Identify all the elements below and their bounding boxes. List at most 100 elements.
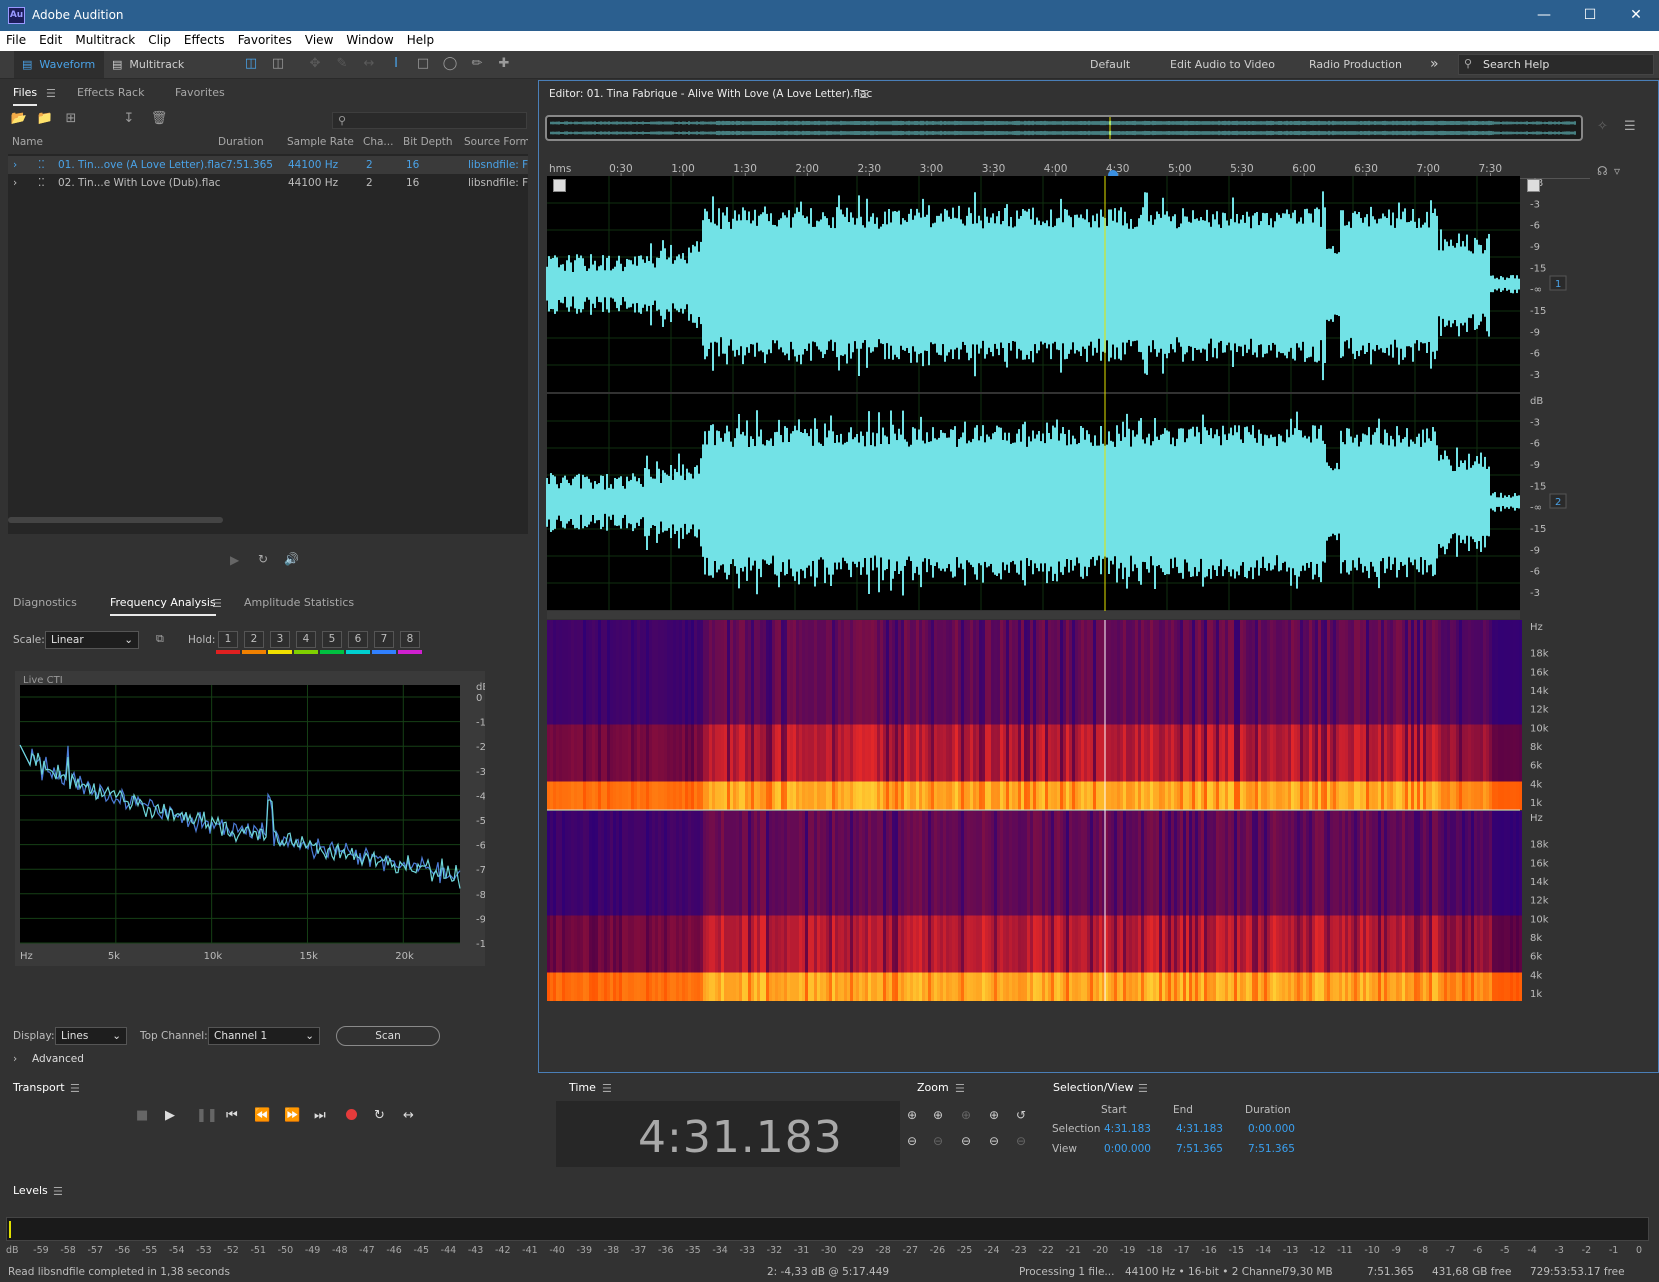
- delete-icon[interactable]: 🗑: [150, 111, 168, 127]
- col-source-format[interactable]: Source Format: [464, 136, 528, 148]
- zoom-in-left-icon[interactable]: ⊖: [961, 1134, 971, 1148]
- play-button[interactable]: ▶: [165, 1108, 175, 1123]
- menu-file[interactable]: File: [0, 31, 33, 51]
- minimize-button[interactable]: —: [1521, 0, 1567, 31]
- expand-icon[interactable]: ›: [13, 156, 17, 174]
- fade-out-handle[interactable]: [1527, 179, 1540, 192]
- selection-start-field[interactable]: 4:31.183: [1104, 1123, 1151, 1135]
- healing-tool-icon[interactable]: ✚: [495, 56, 513, 72]
- hold-button-7[interactable]: 7: [374, 631, 394, 648]
- spectral-display-icon[interactable]: ◫: [269, 56, 287, 72]
- col-duration[interactable]: Duration: [218, 136, 264, 148]
- close-button[interactable]: ✕: [1613, 0, 1659, 31]
- selection-end-field[interactable]: 4:31.183: [1176, 1123, 1223, 1135]
- channel-label[interactable]: 2: [1555, 497, 1561, 508]
- zoom-out-amplitude-icon[interactable]: ⊖: [907, 1134, 917, 1148]
- multitrack-view-button[interactable]: ▤ Multitrack: [112, 51, 202, 78]
- scale-select[interactable]: Linear ⌄: [45, 631, 139, 649]
- more-workspaces-icon[interactable]: »: [1430, 51, 1439, 78]
- panel-menu-icon[interactable]: ☰: [212, 597, 222, 610]
- search-box[interactable]: ⚲ Search Help: [1458, 54, 1654, 75]
- tab-favorites[interactable]: Favorites: [175, 80, 225, 106]
- fade-in-handle[interactable]: [553, 179, 566, 192]
- workspace-edit-audio-to-video[interactable]: Edit Audio to Video: [1170, 51, 1275, 78]
- hold-button-2[interactable]: 2: [244, 631, 264, 648]
- hold-button-6[interactable]: 6: [348, 631, 368, 648]
- zoom-out-time-icon[interactable]: ⊖: [933, 1134, 943, 1148]
- expand-icon[interactable]: ›: [13, 174, 17, 192]
- view-end-field[interactable]: 7:51.365: [1176, 1143, 1223, 1155]
- import-file-icon[interactable]: 📁: [36, 111, 54, 127]
- menu-view[interactable]: View: [299, 31, 340, 51]
- top-channel-select[interactable]: Channel 1 ⌄: [208, 1027, 320, 1045]
- zoom-full-icon[interactable]: ⊖: [989, 1134, 999, 1148]
- panel-menu-icon[interactable]: ☰: [70, 1082, 80, 1095]
- zoom-in-time-icon[interactable]: ⊕: [933, 1108, 943, 1122]
- menu-multitrack[interactable]: Multitrack: [69, 31, 142, 51]
- loop-preview-icon[interactable]: ↻: [258, 552, 268, 566]
- menu-help[interactable]: Help: [401, 31, 441, 51]
- brush-tool-icon[interactable]: ✏: [468, 56, 486, 72]
- snapshot-icon[interactable]: ⧉: [156, 632, 164, 646]
- tab-effects-rack[interactable]: Effects Rack: [77, 80, 144, 106]
- razor-tool-icon[interactable]: ✎: [333, 56, 351, 72]
- workspace-default[interactable]: Default: [1090, 51, 1130, 78]
- advanced-expand-icon[interactable]: ›: [13, 1053, 17, 1065]
- menu-edit[interactable]: Edit: [33, 31, 69, 51]
- fast-forward-button[interactable]: ⏩: [284, 1108, 300, 1123]
- zoom-reset-icon[interactable]: ↺: [1016, 1108, 1026, 1122]
- insert-icon[interactable]: ↧: [120, 111, 138, 127]
- zoom-in-amplitude-icon[interactable]: ⊕: [907, 1108, 917, 1122]
- pause-button[interactable]: ❚❚: [196, 1108, 218, 1123]
- view-duration-field[interactable]: 7:51.365: [1248, 1143, 1295, 1155]
- zoom-navigator-icon[interactable]: ✧: [1597, 119, 1608, 134]
- autoplay-icon[interactable]: 🔊: [284, 552, 299, 566]
- waveform-view-button[interactable]: ▤ Waveform: [14, 51, 104, 78]
- menu-effects[interactable]: Effects: [178, 31, 232, 51]
- panel-menu-icon[interactable]: ☰: [53, 1185, 63, 1198]
- panel-menu-icon[interactable]: ☰: [602, 1082, 612, 1095]
- advanced-toggle[interactable]: Advanced: [32, 1053, 84, 1065]
- list-view-icon[interactable]: ☰: [1624, 119, 1636, 134]
- skip-selection-button[interactable]: ↔: [403, 1108, 414, 1123]
- col-sample-rate[interactable]: Sample Rate: [287, 136, 354, 148]
- hold-button-3[interactable]: 3: [270, 631, 290, 648]
- time-selection-tool-icon[interactable]: I: [387, 56, 405, 72]
- zoom-fit-icon[interactable]: ⊖: [1016, 1134, 1026, 1148]
- tab-files[interactable]: Files: [13, 80, 38, 106]
- col-name[interactable]: Name: [12, 136, 43, 148]
- waveform-display-icon[interactable]: ◫: [242, 56, 260, 72]
- hold-button-4[interactable]: 4: [296, 631, 316, 648]
- rewind-button[interactable]: ⏪: [254, 1108, 270, 1123]
- files-search-input[interactable]: ⚲: [332, 112, 527, 129]
- waveform-spectral-display[interactable]: dB-3-6-9-15-∞-15-9-6-31dB-3-6-9-15-∞-15-…: [539, 174, 1659, 1074]
- panel-menu-icon[interactable]: ☰: [46, 87, 56, 100]
- loop-playback-button[interactable]: ↻: [374, 1108, 385, 1123]
- scan-button[interactable]: Scan: [336, 1026, 440, 1046]
- marquee-tool-icon[interactable]: □: [414, 56, 432, 72]
- tab-frequency-analysis[interactable]: Frequency Analysis: [110, 590, 216, 616]
- new-file-icon[interactable]: ⊞: [62, 111, 80, 127]
- file-row[interactable]: › ⁚⁚ 02. Tin...e With Love (Dub).flac 44…: [8, 174, 528, 192]
- tab-amplitude-statistics[interactable]: Amplitude Statistics: [244, 590, 354, 616]
- record-button[interactable]: [346, 1109, 357, 1120]
- stop-button[interactable]: ■: [136, 1108, 148, 1123]
- play-preview-icon[interactable]: ▶: [230, 553, 239, 567]
- skip-to-end-button[interactable]: ⏭: [314, 1108, 326, 1123]
- slip-tool-icon[interactable]: ↔: [360, 56, 378, 72]
- open-file-icon[interactable]: 📂: [10, 111, 28, 127]
- display-select[interactable]: Lines ⌄: [55, 1027, 127, 1045]
- skip-to-start-button[interactable]: ⏮: [226, 1108, 238, 1123]
- workspace-radio-production[interactable]: Radio Production: [1309, 51, 1402, 78]
- channel-label[interactable]: 1: [1555, 279, 1561, 290]
- panel-menu-icon[interactable]: ☰: [859, 88, 869, 101]
- view-start-field[interactable]: 0:00.000: [1104, 1143, 1151, 1155]
- hold-button-8[interactable]: 8: [400, 631, 420, 648]
- hold-button-1[interactable]: 1: [218, 631, 238, 648]
- col-bit-depth[interactable]: Bit Depth: [403, 136, 453, 148]
- zoom-selection-icon[interactable]: ⊕: [989, 1108, 999, 1122]
- panel-menu-icon[interactable]: ☰: [955, 1082, 965, 1095]
- selection-duration-field[interactable]: 0:00.000: [1248, 1123, 1295, 1135]
- menu-window[interactable]: Window: [340, 31, 400, 51]
- file-row[interactable]: › ⁚⁚ 01. Tin...ove (A Love Letter).flac …: [8, 156, 528, 174]
